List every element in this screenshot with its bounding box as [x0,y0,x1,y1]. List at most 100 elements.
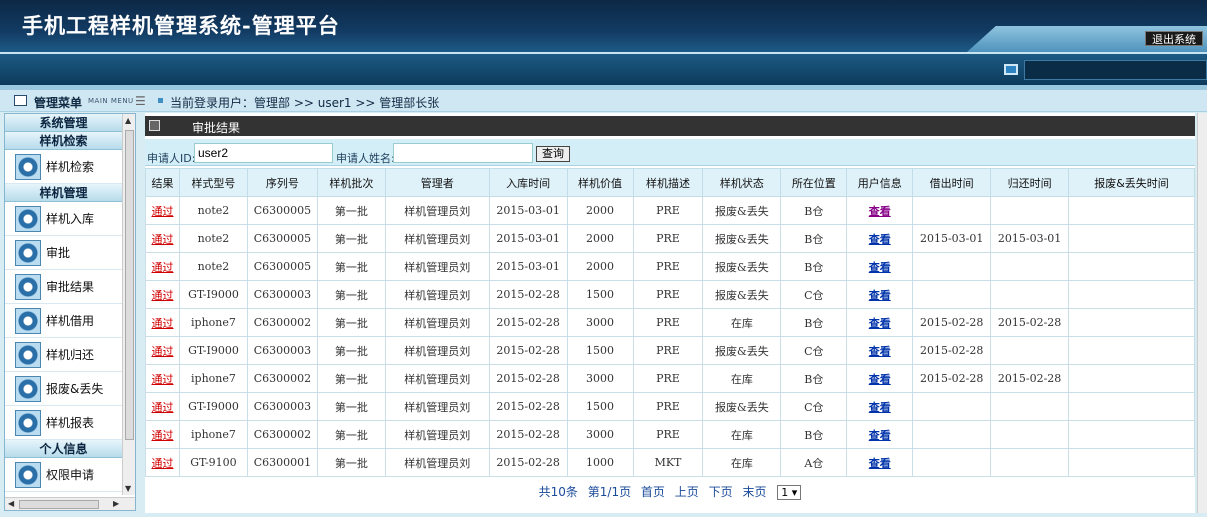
sidebar-item[interactable]: 报废&丢失 [5,372,122,406]
main-vertical-scrollbar[interactable] [1197,113,1207,513]
sidebar-section-header[interactable]: 样机管理 [5,184,122,202]
result-link[interactable]: 通过 [145,252,180,281]
table-cell: 1500 [566,392,634,421]
user-info-cell[interactable]: 查看 [846,364,914,393]
sidebar-item[interactable]: 审批结果 [5,270,122,304]
sidebar-section-header[interactable]: 个人信息 [5,440,122,458]
view-link[interactable]: 查看 [869,233,891,246]
view-link[interactable]: 查看 [869,401,891,414]
user-info-cell[interactable]: 查看 [846,420,914,449]
table-cell: 第一批 [316,280,386,309]
column-header: 样机状态 [702,168,782,197]
table-cell: 2015-02-28 [488,420,568,449]
sidebar-item[interactable]: 样机检索 [5,150,122,184]
sidebar-item-label: 样机检索 [46,160,95,174]
sidebar-item[interactable]: 样机报表 [5,406,122,440]
table-cell: 第一批 [316,420,386,449]
result-link[interactable]: 通过 [145,308,180,337]
table-cell [990,196,1070,225]
sidebar-section-header[interactable]: 样机检索 [5,132,122,150]
scroll-left-icon[interactable]: ◀ [8,499,14,508]
view-link[interactable]: 查看 [869,261,891,274]
app-header: 手机工程样机管理系统-管理平台 退出系统 [0,0,1207,52]
result-link[interactable]: 通过 [145,196,180,225]
pager-last-link[interactable]: 末页 [742,485,766,499]
pager-next-link[interactable]: 下页 [709,485,733,499]
table-cell [912,280,992,309]
user-info-cell[interactable]: 查看 [846,224,914,253]
sidebar-section-header[interactable]: 系统管理 [5,114,122,132]
page-select[interactable]: 1 ▾ [777,485,802,500]
gear-app-icon [15,307,41,334]
applicant-id-label: 申请人ID: [147,152,196,165]
scroll-up-icon[interactable]: ▲ [125,116,131,125]
scroll-thumb[interactable] [125,130,134,440]
sidebar-item[interactable]: 样机入库 [5,202,122,236]
view-link[interactable]: 查看 [869,373,891,386]
table-cell: C6300005 [246,252,318,281]
view-link[interactable]: 查看 [869,345,891,358]
scroll-down-icon[interactable]: ▼ [125,484,131,493]
table-cell: B仓 [780,224,848,253]
user-info-cell[interactable]: 查看 [846,308,914,337]
user-info-cell[interactable]: 查看 [846,448,914,477]
view-link[interactable]: 查看 [869,457,891,470]
column-header: 样机批次 [316,168,386,197]
query-button[interactable]: 查询 [536,146,570,162]
sidebar-horizontal-scrollbar[interactable]: ◀ ▶ [5,497,135,510]
table-cell [990,420,1070,449]
result-link[interactable]: 通过 [145,280,180,309]
pagination: 共10条 第1/1页 首页 上页 下页 末页 1 ▾ [145,483,1195,505]
sidebar-item[interactable]: 样机借用 [5,304,122,338]
gear-app-icon [15,239,41,266]
applicant-name-input[interactable] [393,143,533,163]
pager-prev-link[interactable]: 上页 [675,485,699,499]
table-cell: C6300005 [246,196,318,225]
sidebar-item[interactable]: 审批 [5,236,122,270]
user-info-cell[interactable]: 查看 [846,196,914,225]
table-cell: C仓 [780,336,848,365]
pager-first-link[interactable]: 首页 [641,485,665,499]
table-cell: 3000 [566,364,634,393]
table-cell [1068,364,1195,393]
scroll-thumb-horizontal[interactable] [19,500,99,509]
logout-button[interactable]: 退出系统 [1145,31,1203,46]
sidebar-item[interactable]: 权限申请 [5,458,122,492]
view-link[interactable]: 查看 [869,289,891,302]
table-row: 通过 iphone7 C6300002 第一批 样机管理员刘 2015-02-28 3000… [145,364,1195,393]
table-row: 通过 note2 C6300005 第一批 样机管理员刘 2015-03-01 2000 PR… [145,224,1195,253]
sidebar-vertical-scrollbar[interactable]: ▲ ▼ [122,114,135,495]
table-cell: 2015-03-01 [488,252,568,281]
sidebar-item-label: 审批结果 [46,280,95,294]
table-cell: GT-I9000 [178,336,248,365]
user-info-cell[interactable]: 查看 [846,252,914,281]
table-cell: C6300003 [246,280,318,309]
table-cell: PRE [632,364,704,393]
result-link[interactable]: 通过 [145,336,180,365]
sidebar-item-label: 样机归还 [46,348,95,362]
user-info-cell[interactable]: 查看 [846,392,914,421]
user-info-cell[interactable]: 查看 [846,336,914,365]
column-header: 管理者 [384,168,490,197]
scroll-right-icon[interactable]: ▶ [113,499,119,508]
gear-app-icon [15,205,41,232]
view-link[interactable]: 查看 [869,205,891,218]
view-link[interactable]: 查看 [869,317,891,330]
table-cell: 2015-02-28 [488,392,568,421]
table-cell: iphone7 [178,364,248,393]
applicant-id-input[interactable] [194,143,333,163]
monitor-icon[interactable] [1004,64,1018,75]
result-link[interactable]: 通过 [145,364,180,393]
table-cell: 2000 [566,196,634,225]
applicant-name-label: 申请人姓名: [336,152,395,165]
table-cell: 1500 [566,280,634,309]
result-link[interactable]: 通过 [145,392,180,421]
panel-toggle-icon[interactable] [149,120,160,131]
user-info-cell[interactable]: 查看 [846,280,914,309]
result-link[interactable]: 通过 [145,224,180,253]
result-link[interactable]: 通过 [145,448,180,477]
view-link[interactable]: 查看 [869,429,891,442]
sidebar-item[interactable]: 样机归还 [5,338,122,372]
result-link[interactable]: 通过 [145,420,180,449]
collapse-icon[interactable]: ☰ [135,94,146,108]
